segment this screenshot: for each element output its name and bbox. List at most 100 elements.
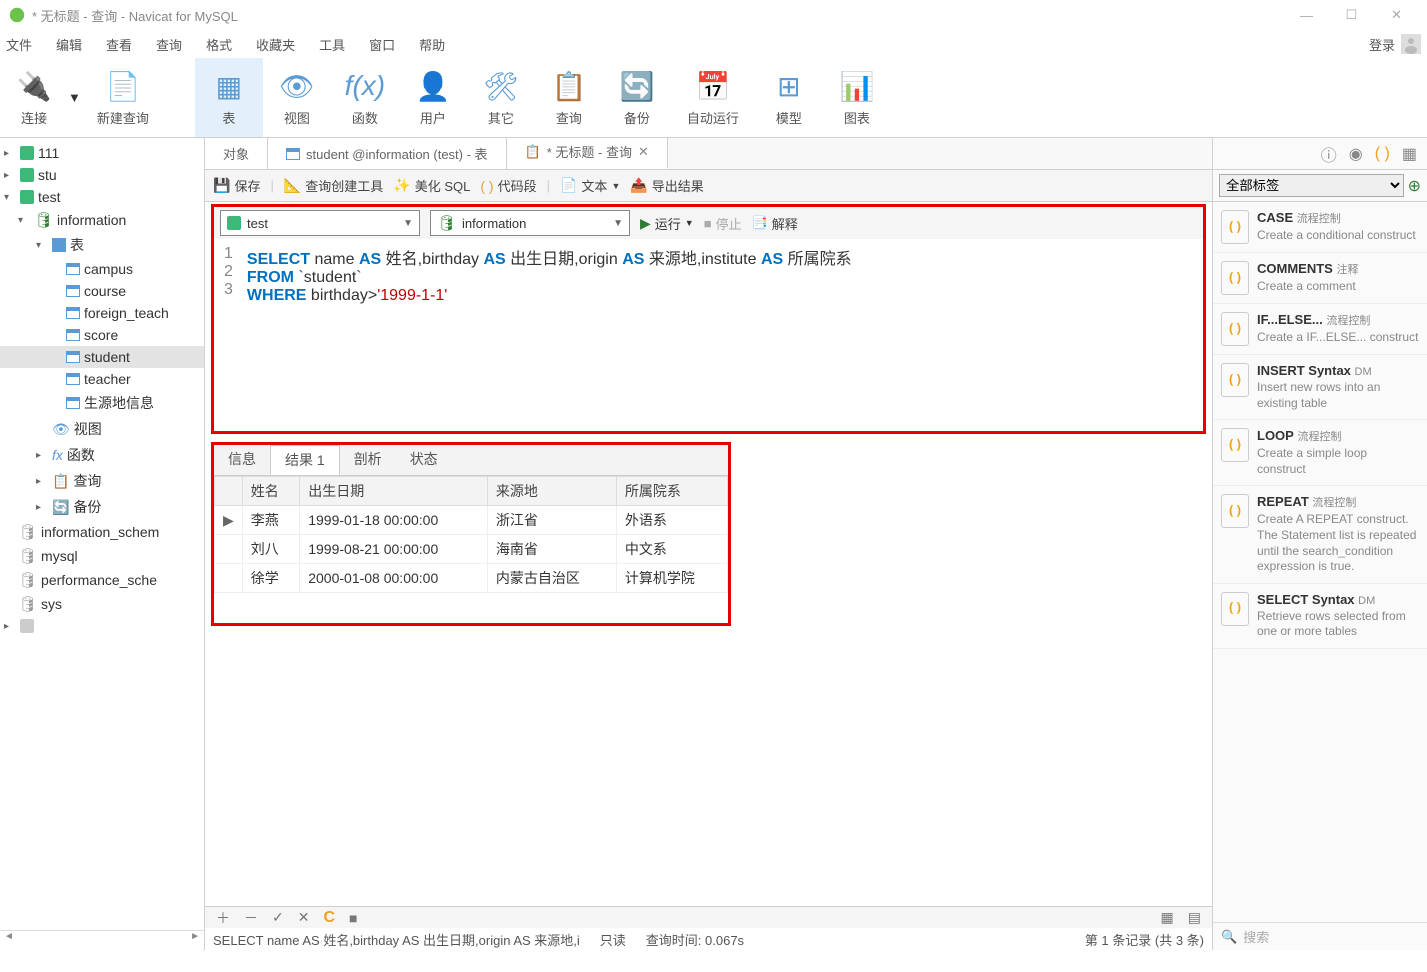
autorun-button[interactable]: 📅 自动运行: [671, 58, 755, 137]
table-row[interactable]: ▶李燕1999-01-18 00:00:00浙江省外语系: [215, 506, 728, 535]
scroll-left-icon[interactable]: ◄: [4, 931, 14, 950]
user-button[interactable]: 👤 用户: [399, 58, 467, 137]
sidebar-functions[interactable]: ▸fx函数: [0, 442, 204, 468]
snippet-item[interactable]: ()INSERT Syntax DMInsert new rows into a…: [1213, 355, 1427, 420]
sidebar-db-mysql[interactable]: 🛢mysql: [0, 544, 204, 568]
view-button[interactable]: 👁 视图: [263, 58, 331, 137]
sidebar-queries[interactable]: ▸📋查询: [0, 468, 204, 494]
sidebar-table-campus[interactable]: campus: [0, 258, 204, 280]
sidebar-table-foreign-teach[interactable]: foreign_teach: [0, 302, 204, 324]
query-button[interactable]: 📋 查询: [535, 58, 603, 137]
database-select[interactable]: 🛢information▼: [430, 210, 630, 236]
info-icon[interactable]: ⓘ: [1321, 142, 1337, 166]
query-builder-button[interactable]: 📐查询创建工具: [284, 176, 383, 195]
table-button[interactable]: ▦ 表: [195, 58, 263, 137]
sidebar-db-infoschema[interactable]: 🛢information_schem: [0, 520, 204, 544]
tab-query[interactable]: 📋* 无标题 - 查询✕: [507, 138, 668, 169]
menu-help[interactable]: 帮助: [419, 35, 445, 54]
snippet-item[interactable]: ()COMMENTS 注释Create a comment: [1213, 253, 1427, 304]
col-inst[interactable]: 所属院系: [616, 477, 727, 506]
snippet-item[interactable]: ()SELECT Syntax DMRetrieve rows selected…: [1213, 584, 1427, 649]
sidebar-table-teacher[interactable]: teacher: [0, 368, 204, 390]
text-button[interactable]: 📄文本▼: [560, 176, 620, 195]
snippet-item[interactable]: ()IF...ELSE... 流程控制Create a IF...ELSE...…: [1213, 304, 1427, 355]
sidebar-folder-tables[interactable]: ▾表: [0, 232, 204, 258]
connection-select[interactable]: test▼: [220, 210, 420, 236]
sidebar-conn-extra[interactable]: ▸: [0, 616, 204, 636]
col-origin[interactable]: 来源地: [487, 477, 616, 506]
model-button[interactable]: ⊞ 模型: [755, 58, 823, 137]
sidebar-table-course[interactable]: course: [0, 280, 204, 302]
run-button[interactable]: ▶运行▼: [640, 214, 694, 233]
snippet-button[interactable]: ( )代码段: [480, 176, 536, 195]
function-button[interactable]: f(x) 函数: [331, 58, 399, 137]
sidebar-table-score[interactable]: score: [0, 324, 204, 346]
menu-view[interactable]: 查看: [106, 35, 132, 54]
sidebar-db-information[interactable]: ▾🛢information: [0, 208, 204, 232]
form-view-button[interactable]: ▤: [1185, 909, 1204, 926]
connection-button[interactable]: 🔌 连接: [0, 62, 68, 133]
sidebar-views[interactable]: 👁视图: [0, 416, 204, 442]
tab-objects[interactable]: 对象: [205, 138, 268, 169]
sidebar-db-sys[interactable]: 🛢sys: [0, 592, 204, 616]
snippet-paren-icon[interactable]: ( ): [1375, 145, 1390, 163]
snippet-item[interactable]: ()CASE 流程控制Create a conditional construc…: [1213, 202, 1427, 253]
stop-edit-button[interactable]: ■: [346, 910, 360, 926]
sidebar-backups[interactable]: ▸🔄备份: [0, 494, 204, 520]
tab-analyze[interactable]: 剖析: [340, 445, 396, 475]
cancel-button[interactable]: ✕: [295, 909, 313, 926]
menu-format[interactable]: 格式: [206, 35, 232, 54]
snippet-item[interactable]: ()LOOP 流程控制Create a simple loop construc…: [1213, 420, 1427, 486]
sidebar-table-student[interactable]: student: [0, 346, 204, 368]
sidebar-table-origin[interactable]: 生源地信息: [0, 390, 204, 416]
sidebar-conn-stu[interactable]: ▸stu: [0, 164, 204, 186]
grid-view-button[interactable]: ▦: [1158, 909, 1177, 926]
menu-favorites[interactable]: 收藏夹: [256, 35, 295, 54]
table-row[interactable]: 徐学2000-01-08 00:00:00内蒙古自治区计算机学院: [215, 564, 728, 593]
titlebar: * 无标题 - 查询 - Navicat for MySQL — ☐ ✕: [0, 0, 1427, 30]
sidebar-db-perfschema[interactable]: 🛢performance_sche: [0, 568, 204, 592]
eye-icon[interactable]: ◉: [1349, 144, 1363, 164]
snippet-item[interactable]: ()REPEAT 流程控制Create A REPEAT construct. …: [1213, 486, 1427, 583]
delete-row-button[interactable]: －: [241, 908, 261, 928]
chevron-down-icon[interactable]: ▼: [68, 90, 81, 105]
sql-editor[interactable]: 123 SELECT name AS 姓名,birthday AS 出生日期,o…: [214, 239, 1203, 311]
minimize-button[interactable]: —: [1284, 0, 1329, 30]
maximize-button[interactable]: ☐: [1329, 0, 1374, 30]
grid-icon[interactable]: ▦: [1402, 144, 1417, 164]
new-query-label: 新建查询: [97, 108, 149, 127]
menu-window[interactable]: 窗口: [369, 35, 395, 54]
sidebar-conn-111[interactable]: ▸111: [0, 142, 204, 164]
scroll-right-icon[interactable]: ►: [190, 931, 200, 950]
tag-filter-select[interactable]: 全部标签: [1219, 174, 1404, 197]
apply-button[interactable]: ✓: [269, 909, 287, 926]
menu-tools[interactable]: 工具: [319, 35, 345, 54]
add-snippet-icon[interactable]: ⊕: [1408, 176, 1421, 196]
snippet-search[interactable]: 🔍 搜索: [1213, 922, 1427, 950]
col-name[interactable]: 姓名: [242, 477, 299, 506]
sidebar-conn-test[interactable]: ▾test: [0, 186, 204, 208]
close-tab-icon[interactable]: ✕: [638, 144, 649, 160]
backup-button[interactable]: 🔄 备份: [603, 58, 671, 137]
new-query-button[interactable]: 📄 新建查询: [81, 58, 165, 137]
other-button[interactable]: 🛠 其它: [467, 58, 535, 137]
save-button[interactable]: 💾保存: [213, 176, 260, 195]
close-window-button[interactable]: ✕: [1374, 0, 1419, 30]
chart-button[interactable]: 📊 图表: [823, 58, 891, 137]
tab-info[interactable]: 信息: [214, 445, 270, 475]
export-button[interactable]: 📤导出结果: [630, 176, 703, 195]
tab-result1[interactable]: 结果 1: [270, 445, 340, 475]
text-icon: 📄: [560, 177, 577, 194]
refresh-button[interactable]: C: [320, 909, 338, 927]
menu-edit[interactable]: 编辑: [56, 35, 82, 54]
explain-button[interactable]: 📑解释: [752, 214, 798, 233]
menu-file[interactable]: 文件: [6, 35, 32, 54]
tab-student-table[interactable]: student @information (test) - 表: [268, 138, 507, 169]
menu-query[interactable]: 查询: [156, 35, 182, 54]
col-birth[interactable]: 出生日期: [300, 477, 488, 506]
beautify-button[interactable]: ✨美化 SQL: [393, 176, 470, 195]
login-button[interactable]: 登录: [1369, 34, 1421, 54]
table-row[interactable]: 刘八1999-08-21 00:00:00海南省中文系: [215, 535, 728, 564]
tab-status[interactable]: 状态: [396, 445, 452, 475]
add-row-button[interactable]: ＋: [213, 908, 233, 928]
